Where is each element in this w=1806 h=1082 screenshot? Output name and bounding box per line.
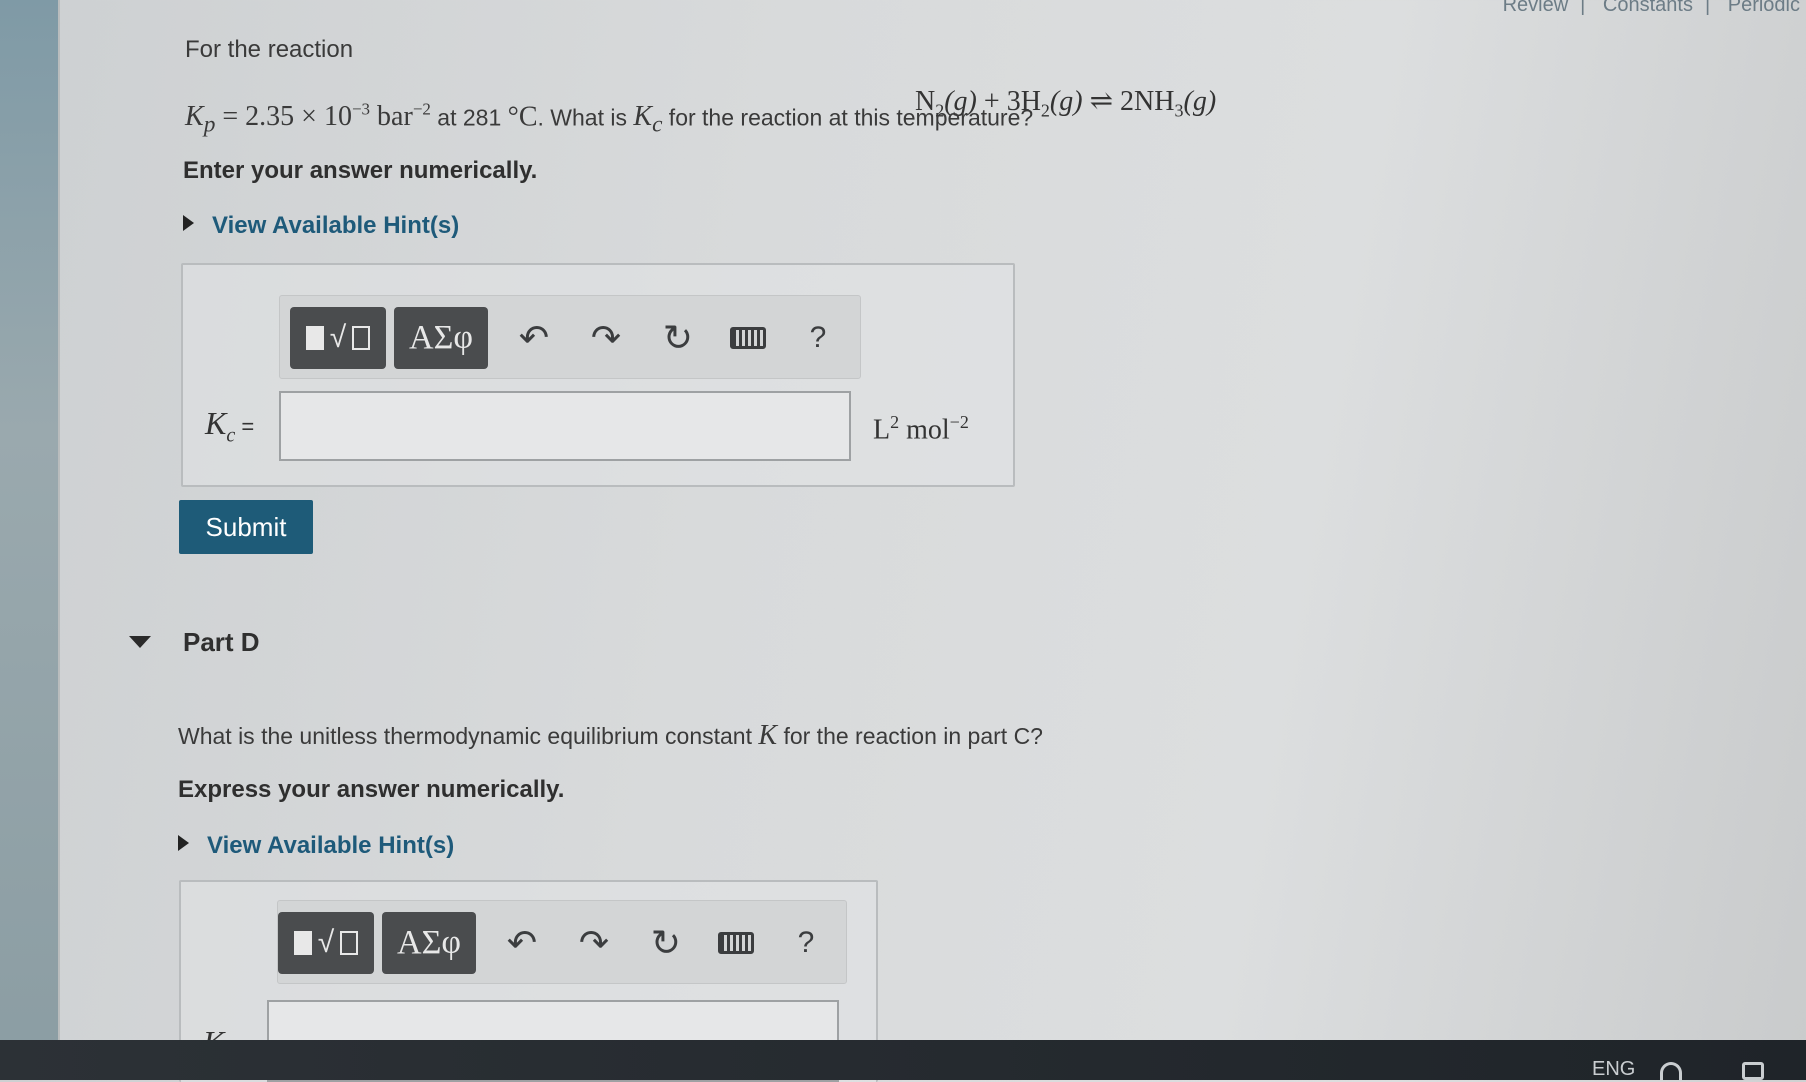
review-link[interactable]: Review xyxy=(1503,0,1569,16)
submit-button[interactable]: Submit xyxy=(179,500,313,554)
undo-icon[interactable]: ↶ xyxy=(496,917,548,969)
language-indicator[interactable]: ENG xyxy=(1592,1058,1635,1081)
part-c-question: Kp = 2.35 × 10−3 bar−2 at 281 °C. What i… xyxy=(185,100,1034,138)
keyboard-icon xyxy=(718,932,754,954)
part-d-hint-toggle[interactable]: View Available Hint(s) xyxy=(178,832,454,860)
reset-icon[interactable]: ↻ xyxy=(652,312,704,364)
fraction-sqrt-templates-icon: √ xyxy=(305,321,371,355)
expand-triangle-icon xyxy=(183,215,194,231)
redo-icon[interactable]: ↷ xyxy=(580,312,632,364)
reset-icon[interactable]: ↻ xyxy=(640,917,692,969)
undo-icon[interactable]: ↶ xyxy=(508,312,560,364)
part-c-answer-panel: √ ΑΣφ ↶ ↷ ↻ ? Kc = L2 mol−2 xyxy=(181,263,1015,487)
kc-unit: L2 mol−2 xyxy=(873,412,969,446)
keyboard-shortcuts-button[interactable] xyxy=(710,917,762,969)
left-sidebar-strip xyxy=(0,0,58,1080)
constants-link[interactable]: Constants xyxy=(1603,0,1693,16)
part-c-math-toolbar: √ ΑΣφ ↶ ↷ ↻ ? xyxy=(279,295,861,379)
keyboard-icon xyxy=(730,327,766,349)
os-taskbar xyxy=(0,1040,1806,1080)
help-button[interactable]: ? xyxy=(792,312,844,364)
greek-symbols-button[interactable]: ΑΣφ xyxy=(382,912,476,974)
part-d-instruction: Express your answer numerically. xyxy=(178,776,565,803)
expand-triangle-icon xyxy=(178,835,189,851)
part-d-title: Part D xyxy=(183,627,260,657)
collapse-caret-icon[interactable] xyxy=(129,636,151,648)
header-links: Review | Constants | Periodic xyxy=(1497,0,1806,17)
fraction-sqrt-templates-icon: √ xyxy=(293,926,359,960)
greek-symbols-button[interactable]: ΑΣφ xyxy=(394,307,488,369)
sidebar-divider xyxy=(58,0,60,1080)
redo-icon[interactable]: ↷ xyxy=(568,917,620,969)
help-button[interactable]: ? xyxy=(780,917,832,969)
kc-label: Kc = xyxy=(205,405,255,447)
templates-button[interactable]: √ xyxy=(290,307,386,369)
periodic-table-link[interactable]: Periodic xyxy=(1728,0,1800,16)
part-d-math-toolbar: √ ΑΣφ ↶ ↷ ↻ ? xyxy=(277,900,847,984)
kc-answer-input[interactable] xyxy=(279,391,851,461)
templates-button[interactable]: √ xyxy=(278,912,374,974)
part-c-hint-toggle[interactable]: View Available Hint(s) xyxy=(183,212,459,240)
reaction-intro: For the reaction xyxy=(185,36,354,63)
battery-icon[interactable] xyxy=(1742,1062,1764,1080)
keyboard-shortcuts-button[interactable] xyxy=(722,312,774,364)
part-c-instruction: Enter your answer numerically. xyxy=(183,157,538,184)
part-d-question: What is the unitless thermodynamic equil… xyxy=(178,720,1043,751)
wifi-icon[interactable] xyxy=(1660,1062,1682,1080)
